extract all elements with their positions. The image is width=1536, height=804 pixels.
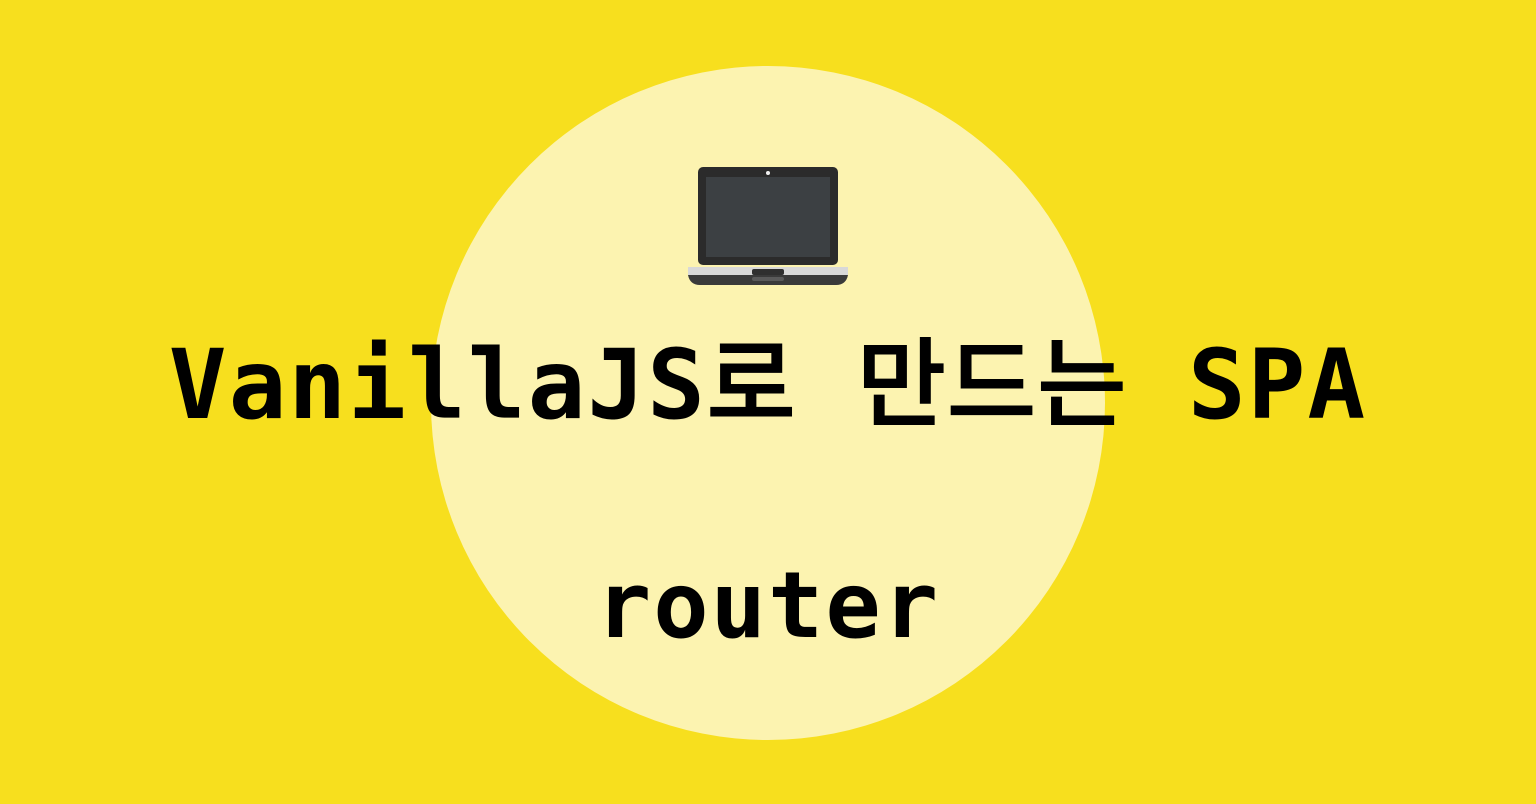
page-subtitle: router <box>595 552 941 659</box>
laptop-icon <box>688 167 848 285</box>
cover-canvas: VanillaJS로 만드는 SPA router <box>0 0 1536 804</box>
page-title: VanillaJS로 만드는 SPA <box>168 329 1368 441</box>
